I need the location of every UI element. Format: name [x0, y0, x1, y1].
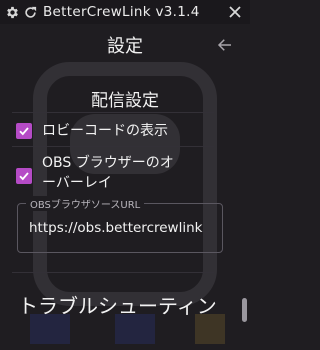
obs-overlay-label-line1: OBS ブラウザーのオ — [42, 155, 174, 171]
check-icon — [19, 172, 29, 181]
streaming-section-title: 配信設定 — [91, 91, 159, 111]
title-bar: BetterCrewLink v3.1.4 — [0, 0, 250, 24]
app-window: { "window": { "title": "BetterCrewLink v… — [0, 0, 250, 350]
obs-url-field-label: OBSブラウザソースURL — [26, 196, 145, 211]
settings-header: 設定 — [0, 30, 250, 60]
divider — [12, 146, 214, 147]
divider — [12, 272, 214, 273]
lobby-code-label: ロビーコードの表示 — [42, 123, 168, 139]
check-icon — [19, 127, 29, 136]
close-icon[interactable] — [226, 3, 244, 21]
obs-overlay-toggle[interactable]: OBS ブラウザーのオ ーバーレイ — [16, 153, 221, 193]
arrow-left-icon — [217, 39, 231, 51]
obs-overlay-label: OBS ブラウザーのオ ーバーレイ — [42, 153, 174, 193]
troubleshooting-section-title: トラブルシューティン — [18, 294, 217, 318]
scrollbar-thumb[interactable] — [242, 298, 247, 322]
lobby-code-toggle[interactable]: ロビーコードの表示 — [16, 121, 221, 141]
gear-icon[interactable] — [3, 3, 21, 21]
obs-url-field[interactable]: OBSブラウザソースURL — [17, 196, 223, 253]
divider — [12, 112, 214, 113]
window-title: BetterCrewLink v3.1.4 — [43, 4, 200, 20]
obs-url-input[interactable] — [29, 220, 219, 236]
back-button[interactable] — [214, 34, 236, 56]
refresh-icon[interactable] — [21, 3, 39, 21]
lobby-code-checkbox[interactable] — [16, 123, 32, 139]
page-title: 設定 — [107, 36, 143, 57]
obs-overlay-label-line2: ーバーレイ — [42, 175, 112, 191]
obs-overlay-checkbox[interactable] — [16, 168, 32, 184]
